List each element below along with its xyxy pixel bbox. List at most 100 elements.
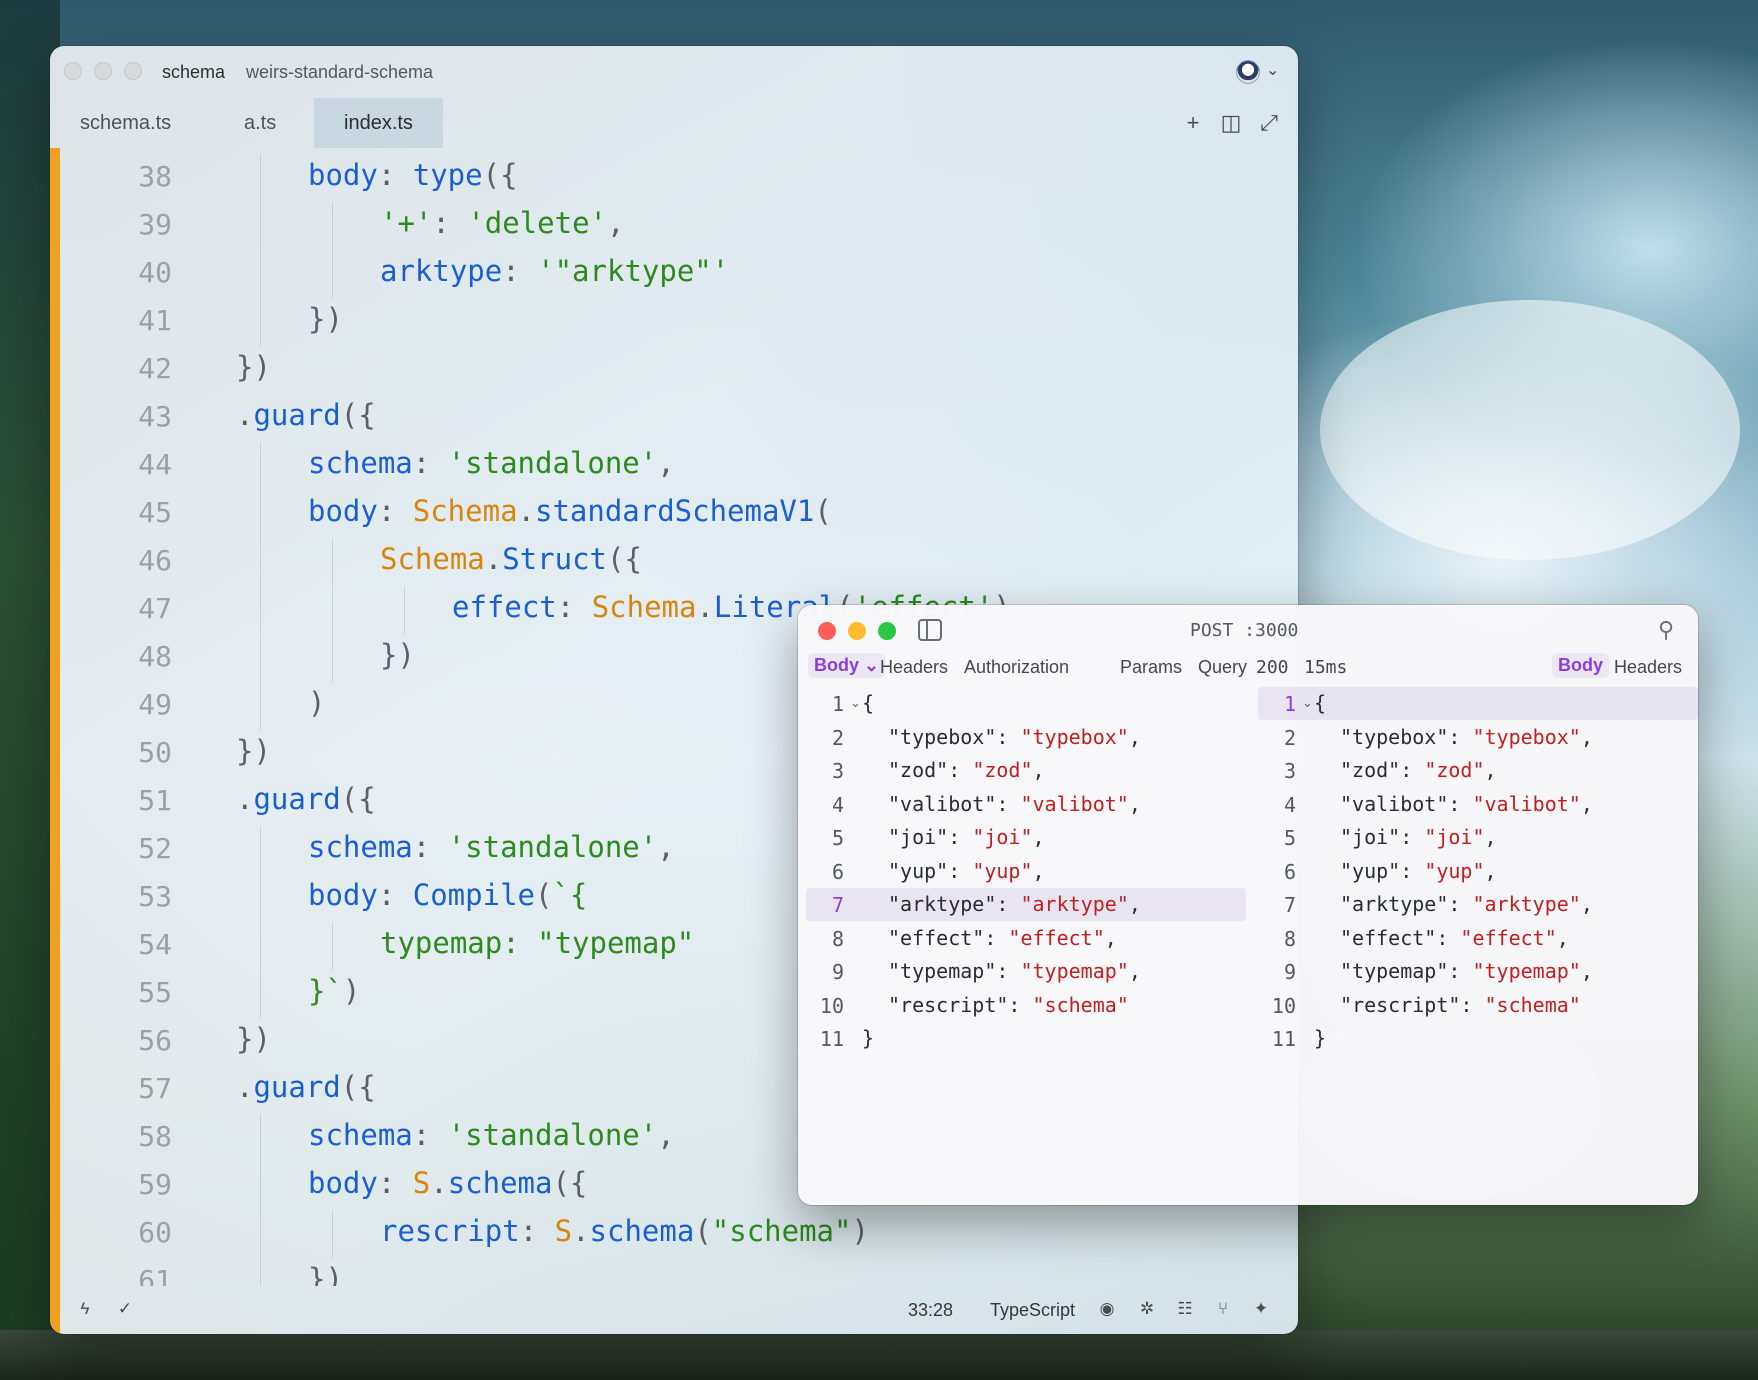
cursor-position[interactable]: 33:28 [908, 1300, 953, 1321]
json-line[interactable]: 2 "typebox": "typebox", [806, 721, 1246, 754]
json-key: "yup" [888, 858, 949, 883]
json-line[interactable]: 8 "effect": "effect", [806, 922, 1246, 955]
json-line[interactable]: 3 "zod": "zod", [806, 754, 1246, 787]
code-line[interactable]: 43 .guard({ [60, 394, 1298, 442]
json-line[interactable]: 7 "arktype": "arktype", [1258, 888, 1698, 921]
code-token: ) [851, 1214, 869, 1248]
json-line[interactable]: 6 "yup": "yup", [806, 855, 1246, 888]
code-line[interactable]: 38 body: type({ [60, 154, 1298, 202]
json-line[interactable]: 11} [1258, 1022, 1698, 1055]
fold-chevron-icon[interactable]: ⌄ [1302, 695, 1313, 711]
http-client-window: POST :3000 ⚲ Body ⌄ Headers Authorizatio… [798, 605, 1698, 1205]
maximize-button[interactable] [124, 62, 142, 80]
json-value: "schema" [1484, 992, 1581, 1017]
code-line[interactable]: 39 '+': 'delete', [60, 202, 1298, 250]
json-colon: : [996, 959, 1021, 983]
code-token: , [657, 830, 675, 864]
code-line[interactable]: 42}) [60, 346, 1298, 394]
response-body-viewer[interactable]: 1 ⌄{2 "typebox": "typebox", 3 "zod": "zod", 4… [1258, 687, 1698, 1051]
close-button[interactable] [64, 62, 82, 80]
json-value: "valibot" [1472, 791, 1581, 816]
code-line[interactable]: 45 body: Schema.standardSchemaV1( [60, 490, 1298, 538]
json-line[interactable]: 7 "arktype": "arktype", [806, 888, 1246, 921]
request-body-editor[interactable]: 1 ⌄{2 "typebox": "typebox", 3 "zod": "zod", 4… [806, 687, 1246, 1051]
json-line[interactable]: 4 "valibot": "valibot", [806, 788, 1246, 821]
json-line[interactable]: 5 "joi": "joi", [1258, 821, 1698, 854]
tab-schema-ts[interactable]: schema.ts [50, 98, 201, 148]
json-line[interactable]: 9 "typemap": "typemap", [806, 955, 1246, 988]
status-code: 200 [1256, 657, 1289, 678]
json-line[interactable]: 1 ⌄{ [806, 687, 1246, 720]
response-tab-headers[interactable]: Headers [1614, 657, 1682, 678]
code-line[interactable]: 41}) [60, 298, 1298, 346]
code-token: `{ [552, 878, 588, 912]
minimize-button[interactable] [848, 622, 866, 640]
code-line[interactable]: 44 schema: 'standalone', [60, 442, 1298, 490]
response-tab-body[interactable]: Body [1552, 653, 1609, 678]
json-line[interactable]: 10 "rescript": "schema" [806, 989, 1246, 1022]
check-icon[interactable]: ✓ [114, 1298, 136, 1320]
json-line[interactable]: 11} [806, 1022, 1246, 1055]
minimize-button[interactable] [94, 62, 112, 80]
avatar[interactable] [1236, 60, 1260, 84]
fold-chevron-icon[interactable]: ⌄ [850, 695, 861, 711]
request-tab-body[interactable]: Body ⌄ [808, 653, 886, 678]
indent-guide [260, 586, 261, 634]
json-line-number: 2 [831, 725, 844, 750]
git-branch-icon[interactable]: ⑂ [1212, 1298, 1234, 1320]
copilot-icon[interactable]: ◉ [1096, 1298, 1118, 1320]
code-line[interactable]: 60 rescript: S.schema("schema") [60, 1210, 1298, 1258]
code-token: ({ [552, 1166, 588, 1200]
json-key: "typemap" [888, 959, 997, 983]
json-line[interactable]: 1 ⌄{ [1258, 687, 1698, 720]
tab-index-ts[interactable]: index.ts [314, 98, 443, 148]
json-line[interactable]: 6 "yup": "yup", [1258, 855, 1698, 888]
json-line[interactable]: 4 "valibot": "valibot", [1258, 788, 1698, 821]
modified-indicator [50, 148, 60, 1334]
code-token: }) [236, 734, 271, 768]
project-name[interactable]: schema [162, 62, 225, 83]
indent-guide [260, 490, 261, 538]
code-text: }) [308, 302, 343, 336]
tab-a-ts[interactable]: a.ts [214, 98, 306, 148]
lightning-icon[interactable]: ϟ [74, 1298, 96, 1320]
outline-icon[interactable]: ☷ [1174, 1298, 1196, 1320]
json-line[interactable]: 8 "effect": "effect", [1258, 922, 1698, 955]
request-tab-headers[interactable]: Headers [880, 657, 948, 678]
pin-icon[interactable]: ⚲ [1658, 617, 1674, 643]
json-line[interactable]: 9 "typemap": "typemap", [1258, 955, 1698, 988]
split-pane-icon[interactable]: ◫ [1218, 110, 1244, 136]
sidebar-toggle-icon[interactable] [918, 619, 942, 641]
json-line-number: 7 [831, 893, 844, 917]
json-key: "zod" [888, 758, 949, 782]
json-line[interactable]: 10 "rescript": "schema" [1258, 989, 1698, 1022]
json-line[interactable]: 3 "zod": "zod", [1258, 754, 1698, 787]
json-line[interactable]: 2 "typebox": "typebox", [1258, 721, 1698, 754]
debug-icon[interactable]: ✲ [1136, 1298, 1158, 1320]
code-token: arktype [380, 254, 503, 288]
code-line[interactable]: 46 Schema.Struct({ [60, 538, 1298, 586]
indent-guide [404, 586, 405, 634]
line-number: 44 [138, 448, 172, 481]
new-tab-icon[interactable]: + [1180, 110, 1206, 136]
indent-guide [260, 634, 261, 682]
json-line[interactable]: 5 "joi": "joi", [806, 821, 1246, 854]
code-line[interactable]: 40 arktype: '"arktype"' [60, 250, 1298, 298]
indent-guide [332, 202, 333, 250]
maximize-button[interactable] [878, 622, 896, 640]
language-mode[interactable]: TypeScript [990, 1300, 1075, 1321]
expand-icon[interactable]: ⤢ [1256, 110, 1282, 136]
json-colon: : [1448, 959, 1473, 983]
chevron-down-icon[interactable]: ⌄ [1266, 60, 1279, 80]
code-token: ({ [340, 398, 376, 432]
close-button[interactable] [818, 622, 836, 640]
request-tab-params[interactable]: Params [1120, 657, 1182, 678]
json-colon: : [948, 858, 973, 883]
ai-assist-icon[interactable]: ✦ [1250, 1298, 1272, 1320]
request-tab-authorization[interactable]: Authorization [964, 657, 1069, 678]
code-line[interactable]: 61}) [60, 1258, 1298, 1286]
json-text: { [862, 691, 875, 715]
request-tab-query[interactable]: Query [1198, 657, 1247, 678]
branch-name[interactable]: weirs-standard-schema [246, 62, 433, 83]
json-comma: , [1128, 892, 1141, 916]
